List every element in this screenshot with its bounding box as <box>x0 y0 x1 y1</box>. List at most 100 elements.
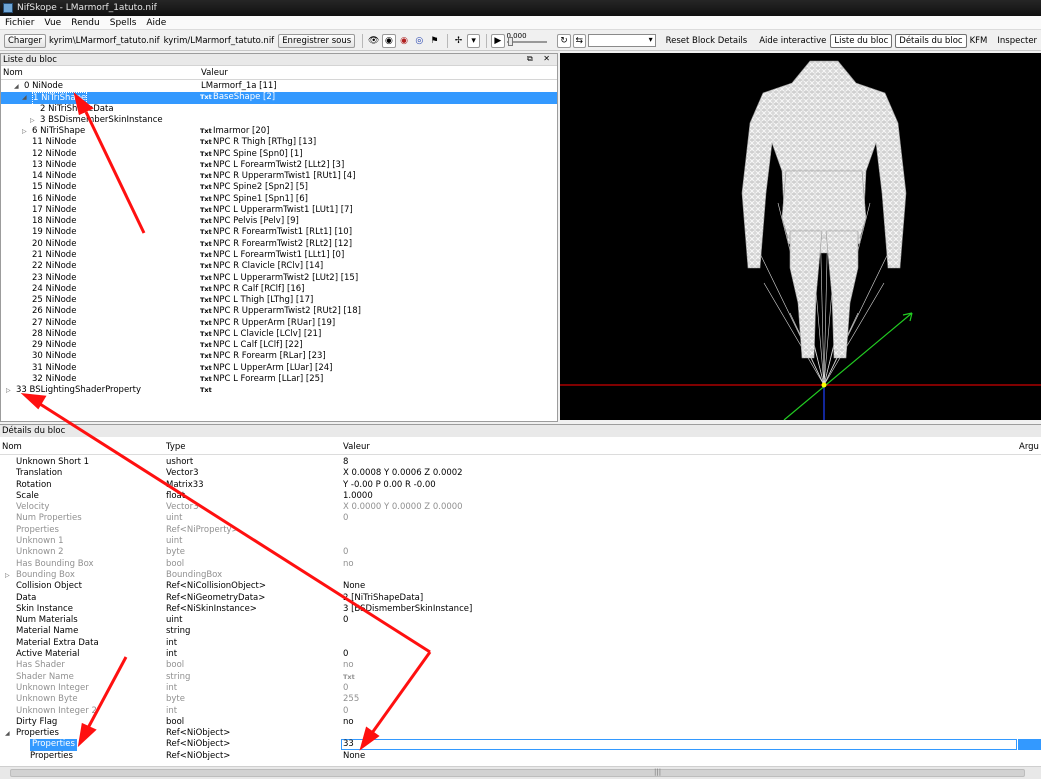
detail-row[interactable]: Data Ref<NiGeometryData> 2 [NiTriShapeData… <box>0 593 1041 604</box>
block-row[interactable]: 2 NiTriShapeData <box>1 104 557 115</box>
kfm-toggle[interactable]: KFM <box>970 36 988 46</box>
detail-row[interactable]: Num Materials uint 0 <box>0 615 1041 626</box>
menu-item-aide[interactable]: Aide <box>141 18 171 28</box>
block-row[interactable]: 16 NiNode Txt NPC Spine1 [Spn1] [6] <box>1 194 557 205</box>
eye-red-icon[interactable]: ◉ <box>398 34 411 48</box>
dock-buttons[interactable]: ⧉ ✕ <box>527 54 554 64</box>
block-row[interactable]: 14 NiNode Txt NPC R UpperarmTwist1 [RUt1] … <box>1 171 557 182</box>
detail-row[interactable]: Properties Ref<NiObject> None <box>0 751 1041 762</box>
block-row[interactable]: 17 NiNode Txt NPC L UpperarmTwist1 [LUt1] … <box>1 205 557 216</box>
block-row[interactable]: 31 NiNode Txt NPC L UpperArm [LUar] [24] <box>1 363 557 374</box>
detail-value[interactable]: 8 <box>343 457 348 468</box>
eye-blue-icon[interactable]: ◎ <box>413 34 426 48</box>
block-row[interactable]: 22 NiNode Txt NPC R Clavicle [RClv] [14] <box>1 261 557 272</box>
block-row[interactable]: 25 NiNode Txt NPC L Thigh [LThg] [17] <box>1 295 557 306</box>
detail-row[interactable]: Unknown Integer 2 int 0 <box>0 706 1041 717</box>
detail-value[interactable]: no <box>343 660 354 671</box>
block-row[interactable]: 18 NiNode Txt NPC Pelvis [Pelv] [9] <box>1 216 557 227</box>
block-row[interactable]: 24 NiNode Txt NPC R Calf [RClf] [16] <box>1 284 557 295</box>
block-row[interactable]: ◢ 1 NiTriShape Txt BaseShape [2] <box>1 92 557 106</box>
detail-value[interactable]: X 0.0008 Y 0.0006 Z 0.0002 <box>343 468 463 479</box>
save-path-field[interactable]: kyrim/LMarmorf_tatuto.nif <box>164 36 275 46</box>
reset-block-details-button[interactable]: Reset Block Details <box>666 36 748 46</box>
detail-value[interactable]: None <box>343 581 365 592</box>
detail-value[interactable]: 0 <box>343 615 348 626</box>
detail-value[interactable]: 0 <box>343 706 348 717</box>
detail-row[interactable]: Unknown Short 1 ushort 8 <box>0 457 1041 468</box>
block-row[interactable]: 23 NiNode Txt NPC L UpperarmTwist2 [LUt2] … <box>1 273 557 284</box>
detail-value[interactable]: 255 <box>343 694 359 705</box>
menu-item-spells[interactable]: Spells <box>105 18 142 28</box>
details-column-value[interactable]: Valeur <box>343 442 370 452</box>
detail-row[interactable]: Has Bounding Box bool no <box>0 559 1041 570</box>
block-row[interactable]: 13 NiNode Txt NPC L ForearmTwist2 [LLt2] [… <box>1 160 557 171</box>
detail-value[interactable]: 2 [NiTriShapeData] <box>343 593 423 604</box>
column-name-header[interactable]: Nom <box>3 68 23 78</box>
detail-value[interactable]: 0 <box>343 683 348 694</box>
block-row[interactable]: 15 NiNode Txt NPC Spine2 [Spn2] [5] <box>1 182 557 193</box>
expand-arrow-icon[interactable]: ▷ <box>22 126 27 137</box>
detail-row[interactable]: Unknown Integer int 0 <box>0 683 1041 694</box>
detail-row[interactable]: Velocity Vector3 X 0.0000 Y 0.0000 Z 0.000… <box>0 502 1041 513</box>
detail-row[interactable]: Unknown 2 byte 0 <box>0 547 1041 558</box>
block-row[interactable]: 26 NiNode Txt NPC R UpperarmTwist2 [RUt2] … <box>1 306 557 317</box>
horizontal-scrollbar[interactable]: ||| <box>0 766 1041 779</box>
detail-row[interactable]: Properties Ref<NiProperty> <box>0 525 1041 536</box>
save-as-button[interactable]: Enregistrer sous <box>278 33 356 48</box>
loop-icon[interactable]: ↻ <box>557 33 571 48</box>
block-row[interactable]: 30 NiNode Txt NPC R Forearm [RLar] [23] <box>1 351 557 362</box>
expand-arrow-icon[interactable]: ▷ <box>6 385 11 396</box>
block-details-toggle[interactable]: Détails du bloc <box>895 33 967 48</box>
block-row[interactable]: 20 NiNode Txt NPC R ForearmTwist2 [RLt2] [… <box>1 239 557 250</box>
detail-row[interactable]: Material Extra Data int <box>0 638 1041 649</box>
detail-value[interactable]: 0 <box>343 547 348 558</box>
menu-item-fichier[interactable]: Fichier <box>0 18 39 28</box>
detail-row[interactable]: Shader Name string Txt <box>0 672 1041 683</box>
detail-row[interactable]: Material Name string <box>0 626 1041 637</box>
detail-value[interactable]: 1.0000 <box>343 491 373 502</box>
play-icon[interactable]: ▶ <box>491 33 505 48</box>
detail-row[interactable]: Has Shader bool no <box>0 660 1041 671</box>
expand-arrow-icon[interactable]: ▷ <box>5 570 10 581</box>
block-row[interactable]: ▷ 3 BSDismemberSkinInstance <box>1 115 557 126</box>
block-row[interactable]: 32 NiNode Txt NPC L Forearm [LLar] [25] <box>1 374 557 385</box>
detail-row[interactable]: Unknown 1 uint <box>0 536 1041 547</box>
detail-value[interactable]: Txt <box>343 672 355 683</box>
animation-select[interactable] <box>587 34 656 47</box>
block-row[interactable]: ▷ 33 BSLightingShaderProperty Txt <box>1 385 557 396</box>
detail-row[interactable]: Unknown Byte byte 255 <box>0 694 1041 705</box>
collapse-arrow-icon[interactable]: ◢ <box>14 81 19 92</box>
axes-icon[interactable]: ✢ <box>452 34 465 48</box>
detail-row[interactable]: ▷ Bounding Box BoundingBox <box>0 570 1041 581</box>
detail-value[interactable]: Y -0.00 P 0.00 R -0.00 <box>343 480 436 491</box>
detail-row[interactable]: Translation Vector3 X 0.0008 Y 0.0006 Z 0.… <box>0 468 1041 479</box>
eye-flag-icon[interactable]: ⚑ <box>428 34 441 48</box>
detail-row[interactable]: Num Properties uint 0 <box>0 513 1041 524</box>
load-button[interactable]: Charger <box>4 33 46 48</box>
inspect-toggle[interactable]: Inspecter <box>997 36 1037 46</box>
block-row[interactable]: 11 NiNode Txt NPC R Thigh [RThg] [13] <box>1 137 557 148</box>
detail-row[interactable]: ◢ Properties Ref<NiObject> <box>0 728 1041 739</box>
detail-value[interactable]: no <box>343 559 354 570</box>
collapse-arrow-icon[interactable]: ◢ <box>5 728 10 739</box>
eye-solid-icon[interactable]: ◉ <box>382 33 396 48</box>
value-editor-field[interactable] <box>341 739 1017 751</box>
interactive-help-button[interactable]: Aide interactive <box>759 36 826 46</box>
block-row[interactable]: 28 NiNode Txt NPC L Clavicle [LClv] [21] <box>1 329 557 340</box>
eye-icon[interactable]: 👁 <box>367 34 380 48</box>
menu-item-rendu[interactable]: Rendu <box>66 18 105 28</box>
collapse-arrow-icon[interactable]: ◢ <box>22 92 27 103</box>
detail-row[interactable]: Properties Ref<NiObject> 33 <box>0 739 1041 751</box>
details-column-type[interactable]: Type <box>166 442 186 452</box>
scrollbar-thumb[interactable] <box>10 769 1025 777</box>
detail-row[interactable]: Dirty Flag bool no <box>0 717 1041 728</box>
menu-item-vue[interactable]: Vue <box>39 18 66 28</box>
detail-row[interactable]: Scale float 1.0000 <box>0 491 1041 502</box>
render-viewport[interactable] <box>560 53 1041 420</box>
view-dropdown-icon[interactable]: ▾ <box>467 33 481 48</box>
block-row[interactable]: 29 NiNode Txt NPC L Calf [LClf] [22] <box>1 340 557 351</box>
block-list-toggle[interactable]: Liste du bloc <box>830 33 893 48</box>
detail-value[interactable]: None <box>343 751 365 762</box>
details-column-argument[interactable]: Argu <box>1019 442 1039 452</box>
detail-value[interactable]: no <box>343 717 354 728</box>
